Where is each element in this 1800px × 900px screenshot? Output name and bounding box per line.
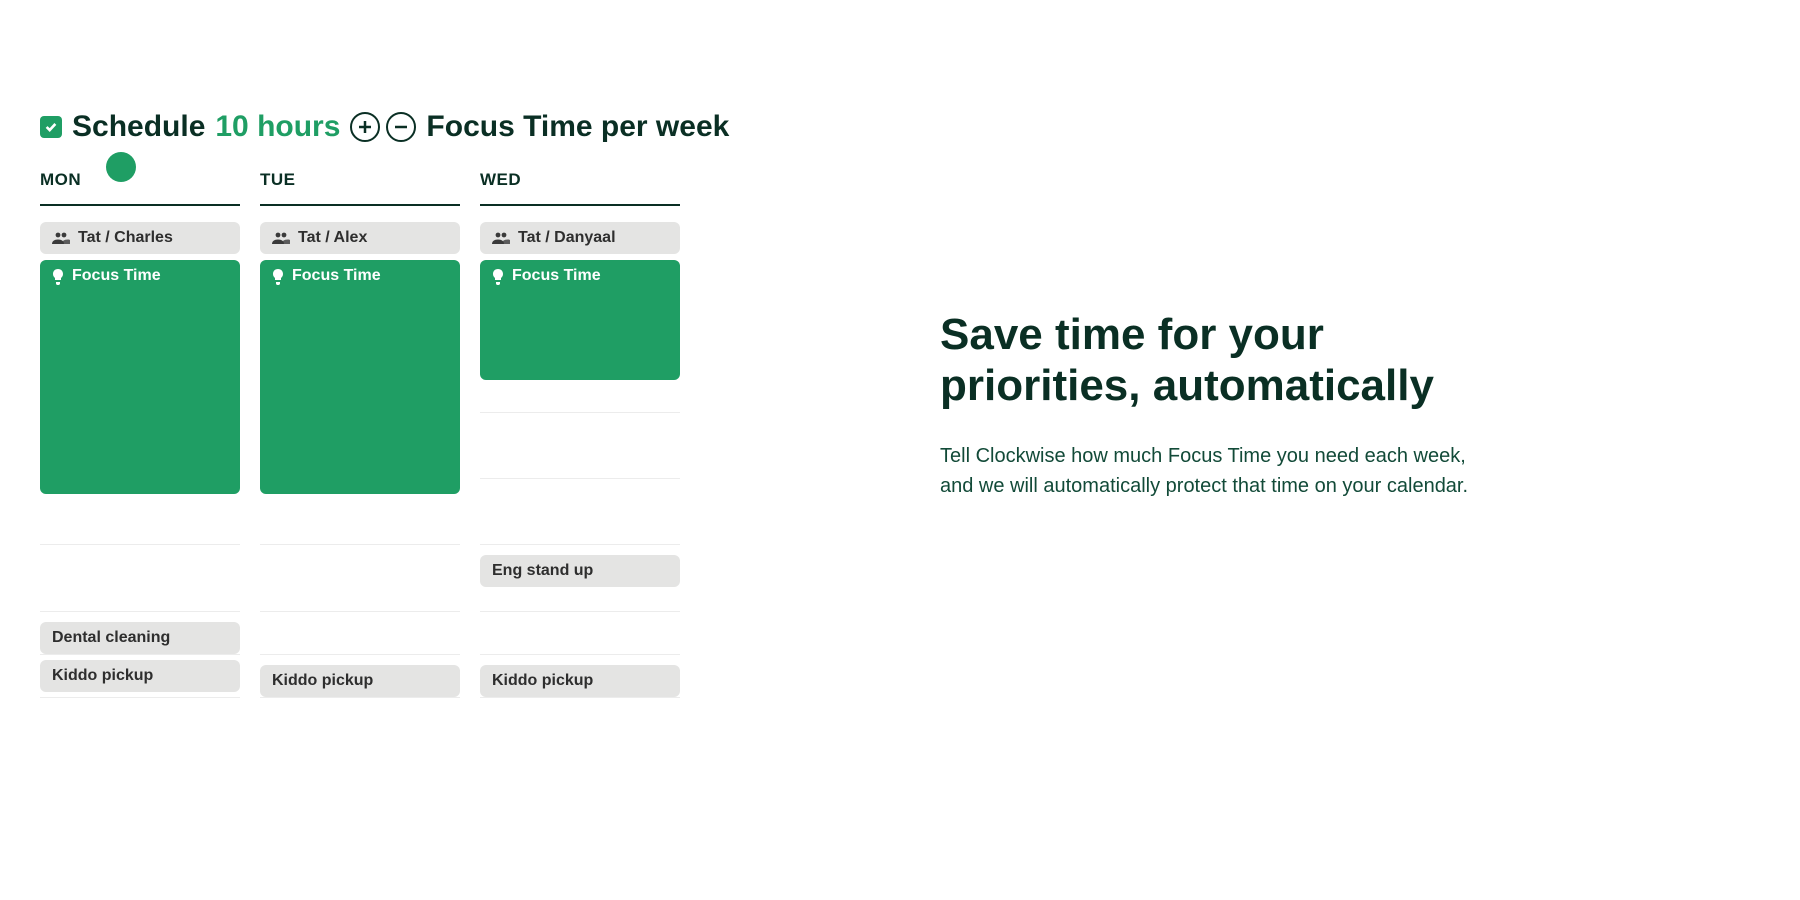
focus-time-event[interactable]: Focus Time xyxy=(40,260,240,494)
day-header-mon: MON xyxy=(40,170,240,206)
meeting-event[interactable]: Tat / Alex xyxy=(260,222,460,254)
calendar-event[interactable]: Eng stand up xyxy=(480,555,680,587)
bulb-icon xyxy=(492,269,504,285)
day-column-tue: Tat / Alex Focus Time Kiddo pickup xyxy=(260,216,460,736)
focus-time-event[interactable]: Focus Time xyxy=(260,260,460,494)
event-label: Kiddo pickup xyxy=(492,672,593,690)
event-label: Focus Time xyxy=(512,267,601,285)
headline: Save time for your priorities, automatic… xyxy=(940,310,1500,411)
day-label: WED xyxy=(480,170,521,189)
meeting-event[interactable]: Tat / Danyaal xyxy=(480,222,680,254)
event-label: Kiddo pickup xyxy=(272,672,373,690)
focus-time-toggle-row: Schedule 10 hours Focus Time per week xyxy=(40,110,800,144)
day-label: TUE xyxy=(260,170,296,189)
day-label: MON xyxy=(40,170,81,189)
day-column-mon: Tat / Charles Focus Time Dental cleaning… xyxy=(40,216,240,736)
event-label: Tat / Charles xyxy=(78,229,173,247)
meeting-event[interactable]: Tat / Charles xyxy=(40,222,240,254)
people-icon xyxy=(492,231,510,245)
schedule-checkbox[interactable] xyxy=(40,116,62,138)
event-label: Kiddo pickup xyxy=(52,667,153,685)
day-columns: Tat / Charles Focus Time Dental cleaning… xyxy=(40,216,800,736)
event-label: Tat / Danyaal xyxy=(518,229,616,247)
calendar-panel: Schedule 10 hours Focus Time per week MO… xyxy=(40,110,800,736)
focus-time-event[interactable]: Focus Time xyxy=(480,260,680,380)
event-label: Eng stand up xyxy=(492,562,593,580)
bulb-icon xyxy=(272,269,284,285)
day-headers: MON TUE WED xyxy=(40,170,800,206)
event-label: Dental cleaning xyxy=(52,629,170,647)
event-label: Focus Time xyxy=(72,267,161,285)
bulb-icon xyxy=(52,269,64,285)
hours-decrease-button[interactable] xyxy=(386,112,416,142)
event-label: Focus Time xyxy=(292,267,381,285)
day-header-tue: TUE xyxy=(260,170,460,206)
hours-increase-button[interactable] xyxy=(350,112,380,142)
people-icon xyxy=(272,231,290,245)
marketing-copy: Save time for your priorities, automatic… xyxy=(940,310,1500,501)
hours-value: 10 hours xyxy=(215,110,340,144)
today-indicator-icon xyxy=(106,152,136,182)
calendar-event[interactable]: Kiddo pickup xyxy=(260,665,460,697)
schedule-prefix: Schedule xyxy=(72,110,205,144)
day-column-wed: Tat / Danyaal Focus Time Eng stand up Ki… xyxy=(480,216,680,736)
people-icon xyxy=(52,231,70,245)
day-header-wed: WED xyxy=(480,170,680,206)
calendar-event[interactable]: Dental cleaning xyxy=(40,622,240,654)
body-text: Tell Clockwise how much Focus Time you n… xyxy=(940,441,1500,501)
calendar-event[interactable]: Kiddo pickup xyxy=(480,665,680,697)
event-label: Tat / Alex xyxy=(298,229,367,247)
calendar-event[interactable]: Kiddo pickup xyxy=(40,660,240,692)
schedule-suffix: Focus Time per week xyxy=(426,110,729,144)
